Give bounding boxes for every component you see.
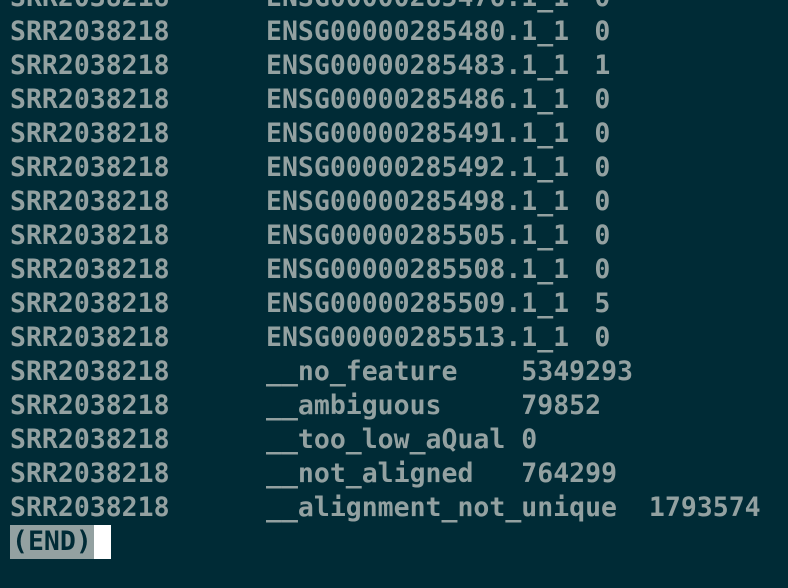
sample-id: SRR2038218	[10, 84, 170, 115]
feature-id: ENSG00000285508.1_1	[266, 254, 570, 285]
sample-id: SRR2038218	[10, 458, 170, 489]
feature-id: ENSG00000285476.1_1	[266, 0, 569, 15]
count-value: 0	[594, 186, 611, 217]
feature-id: ENSG00000285513.1_1	[266, 322, 570, 353]
count-value: 1	[594, 50, 611, 81]
end-marker: (END)	[10, 525, 94, 559]
sample-id: SRR2038218	[10, 356, 170, 387]
summary-label: __too_low_aQual	[266, 424, 506, 455]
feature-id: ENSG00000285498.1_1	[266, 186, 570, 217]
table-row: SRR2038218 ENSG00000285480.1_1 0	[10, 15, 761, 49]
count-value: 0	[594, 220, 611, 251]
summary-row: SRR2038218 __no_feature 5349293	[10, 355, 761, 389]
count-value: 0	[521, 424, 538, 455]
feature-id: ENSG00000285509.1_1	[266, 288, 570, 319]
sample-id: SRR2038218	[10, 50, 170, 81]
table-row: SRR2038218 ENSG00000285491.1_1 0	[10, 117, 761, 151]
count-value: 0	[594, 254, 611, 285]
sample-id: SRR2038218	[10, 492, 170, 523]
table-row: SRR2038218ENSG00000285476.1_1 0	[10, 0, 761, 15]
sample-id: SRR2038218	[10, 16, 170, 47]
table-row: SRR2038218 ENSG00000285492.1_1 0	[10, 151, 761, 185]
count-value: 1793574	[648, 492, 761, 523]
table-row: SRR2038218 ENSG00000285486.1_1 0	[10, 83, 761, 117]
pager-prompt[interactable]: (END)	[10, 525, 761, 559]
table-row: SRR2038218 ENSG00000285508.1_1 0	[10, 253, 761, 287]
count-value: 0	[594, 152, 611, 183]
count-value: 0	[594, 322, 611, 353]
count-value: 79852	[521, 390, 602, 421]
summary-row: SRR2038218 __ambiguous 79852	[10, 389, 761, 423]
terminal-window[interactable]: SRR2038218ENSG00000285476.1_10 SRR203821…	[0, 0, 788, 588]
sample-id: SRR2038218	[10, 390, 170, 421]
table-row: SRR2038218 ENSG00000285498.1_1 0	[10, 185, 761, 219]
summary-label: __not_aligned	[266, 458, 506, 489]
text-cursor	[93, 525, 111, 559]
feature-id: ENSG00000285483.1_1	[266, 50, 570, 81]
sample-id: SRR2038218	[10, 152, 170, 183]
table-row: SRR2038218 ENSG00000285505.1_1 0	[10, 219, 761, 253]
count-value: 764299	[521, 458, 618, 489]
feature-id: ENSG00000285505.1_1	[266, 220, 570, 251]
sample-id: SRR2038218	[10, 118, 170, 149]
count-value: 0	[594, 0, 610, 15]
table-row: SRR2038218 ENSG00000285513.1_1 0	[10, 321, 761, 355]
sample-id: SRR2038218	[10, 322, 170, 353]
pager-output: SRR2038218ENSG00000285476.1_10 SRR203821…	[10, 0, 761, 559]
feature-id: ENSG00000285480.1_1	[266, 16, 570, 47]
feature-id: ENSG00000285486.1_1	[266, 84, 570, 115]
summary-row: SRR2038218 __alignment_not_unique 1793574	[10, 491, 761, 525]
table-row: SRR2038218 ENSG00000285483.1_1 1	[10, 49, 761, 83]
sample-id: SRR2038218	[10, 186, 170, 217]
count-value: 5349293	[521, 356, 633, 387]
sample-id: SRR2038218	[10, 424, 170, 455]
sample-id: SRR2038218	[10, 220, 170, 251]
count-value: 5	[594, 288, 611, 319]
count-value: 0	[594, 16, 611, 47]
summary-label: __no_feature	[266, 356, 506, 387]
sample-id: SRR2038218	[10, 288, 170, 319]
sample-id: SRR2038218	[10, 254, 170, 285]
summary-label: __alignment_not_unique	[266, 492, 633, 523]
sample-id: SRR2038218	[10, 0, 266, 15]
summary-label: __ambiguous	[266, 390, 506, 421]
feature-id: ENSG00000285491.1_1	[266, 118, 570, 149]
summary-row: SRR2038218 __not_aligned 764299	[10, 457, 761, 491]
table-row: SRR2038218 ENSG00000285509.1_1 5	[10, 287, 761, 321]
count-value: 0	[594, 84, 611, 115]
summary-row: SRR2038218 __too_low_aQual 0	[10, 423, 761, 457]
feature-id: ENSG00000285492.1_1	[266, 152, 570, 183]
count-value: 0	[594, 118, 611, 149]
